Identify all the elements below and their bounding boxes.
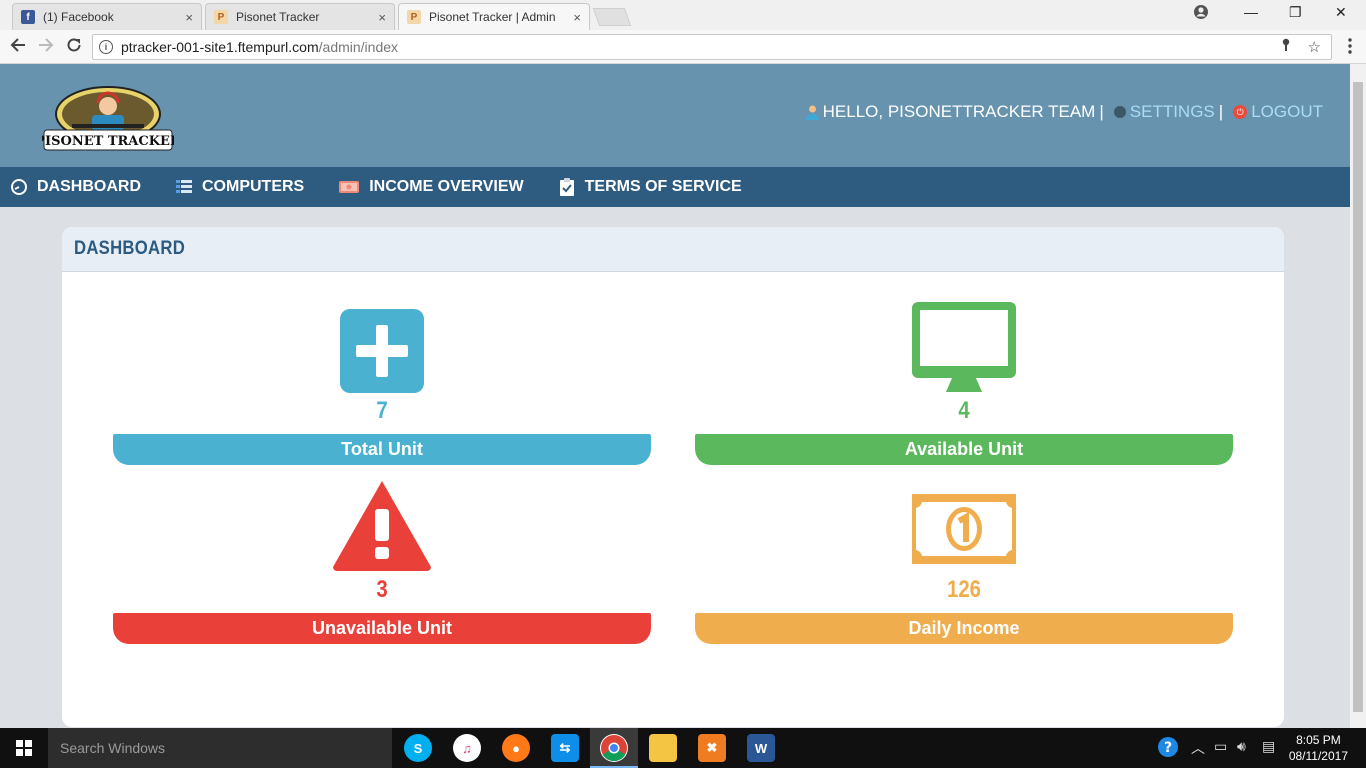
computers-icon (175, 178, 193, 196)
tab-close-icon[interactable]: × (378, 10, 386, 25)
dashboard-panel: DASHBOARD 7 Total Unit 4 Available Unit … (62, 227, 1284, 727)
skype-icon[interactable]: S (404, 734, 432, 762)
close-window-button[interactable]: ✕ (1335, 4, 1347, 21)
clipboard-icon (558, 178, 576, 196)
nav-label: INCOME OVERVIEW (369, 178, 524, 195)
restore-button[interactable]: ❐ (1289, 4, 1302, 21)
warning-icon (333, 481, 431, 576)
tray-chevron-icon[interactable]: ︿ (1191, 738, 1205, 758)
user-icon (805, 105, 819, 120)
notifications-icon[interactable]: ▤ (1262, 738, 1275, 755)
stat-card-daily-income: 126 Daily Income (695, 451, 1233, 644)
reload-button[interactable] (65, 36, 83, 59)
tab-label: (1) Facebook (43, 10, 114, 24)
tab-pisonet-admin[interactable]: P Pisonet Tracker | Admin × (398, 3, 590, 30)
pisonet-icon: P (407, 10, 421, 24)
pisonet-icon: P (214, 10, 228, 24)
page-title: DASHBOARD (74, 238, 186, 259)
stat-label-bar: Daily Income (695, 613, 1233, 644)
key-icon[interactable] (1281, 38, 1295, 56)
battery-icon[interactable]: ▭ (1214, 738, 1227, 755)
browser-tabbar: f (1) Facebook × P Pisonet Tracker × P P… (0, 0, 1366, 30)
browser-toolbar: i ptracker-001-site1.ftempurl.com /admin… (0, 30, 1366, 64)
nav-item-dashboard[interactable]: DASHBOARD (10, 178, 141, 196)
stat-card-total-unit: 7 Total Unit (113, 272, 651, 465)
windows-taskbar: Search Windows S ♫ ● ⇆ ✖ W ? ︿ ▭ 🔊︎ ▤ 8:… (0, 728, 1366, 768)
tab-close-icon[interactable]: × (185, 10, 193, 25)
gear-icon (1113, 106, 1126, 118)
income-icon (338, 178, 360, 196)
nav-item-income-overview[interactable]: INCOME OVERVIEW (338, 178, 524, 196)
stat-value: 126 (946, 576, 982, 603)
page-scrollbar[interactable] (1350, 64, 1366, 728)
site-header: PISONET TRACKER HELLO, PISONETTRACKER TE… (0, 64, 1350, 167)
stat-value: 4 (958, 397, 970, 424)
tab-label: Pisonet Tracker (236, 10, 320, 24)
clock-time: 8:05 PM (1296, 733, 1341, 747)
windows-start-button[interactable] (0, 728, 48, 768)
tab-close-icon[interactable]: × (573, 10, 581, 25)
stat-label-bar: Unavailable Unit (113, 613, 651, 644)
help-icon[interactable]: ? (1157, 736, 1179, 761)
plus-icon (340, 309, 424, 398)
file-explorer-icon[interactable] (649, 734, 677, 762)
firefox-icon[interactable]: ● (502, 734, 530, 762)
stat-value: 3 (376, 576, 388, 603)
url-host: ptracker-001-site1.ftempurl.com (121, 39, 319, 55)
nav-label: TERMS OF SERVICE (584, 178, 742, 195)
nav-item-terms-of-service[interactable]: TERMS OF SERVICE (558, 178, 742, 196)
separator: | (1218, 102, 1224, 121)
power-icon: ⏻ (1233, 105, 1248, 119)
user-greeting-bar: HELLO, PISONETTRACKER TEAM | SETTINGS | … (805, 102, 1323, 122)
minimize-button[interactable]: — (1244, 4, 1258, 20)
money-icon (912, 494, 1016, 569)
nav-label: DASHBOARD (37, 178, 141, 195)
tab-pisonet-tracker[interactable]: P Pisonet Tracker × (205, 3, 395, 30)
browser-menu-icon[interactable] (1348, 38, 1352, 59)
taskbar-search-box[interactable]: Search Windows (48, 728, 392, 768)
xampp-icon[interactable]: ✖ (698, 734, 726, 762)
separator: | (1099, 102, 1104, 121)
itunes-icon[interactable]: ♫ (453, 734, 481, 762)
bookmark-star-icon[interactable]: ☆ (1308, 39, 1321, 56)
back-button[interactable] (9, 36, 27, 59)
logout-link[interactable]: LOGOUT (1251, 102, 1323, 122)
url-path: /admin/index (318, 39, 399, 55)
svg-text:PISONET TRACKER: PISONET TRACKER (42, 134, 174, 149)
greeting-text: HELLO, PISONETTRACKER TEAM (822, 102, 1096, 121)
stat-card-available-unit: 4 Available Unit (695, 272, 1233, 465)
monitor-icon (912, 302, 1016, 399)
settings-link[interactable]: SETTINGS (1130, 102, 1215, 122)
tab-facebook[interactable]: f (1) Facebook × (12, 3, 202, 30)
clock-date: 08/11/2017 (1288, 749, 1348, 763)
facebook-icon: f (21, 10, 35, 24)
windows-logo-icon (16, 740, 32, 756)
new-tab-button[interactable] (592, 8, 632, 26)
chrome-icon[interactable] (600, 734, 628, 762)
volume-icon[interactable]: 🔊︎ (1237, 738, 1246, 755)
svg-text:?: ? (1164, 740, 1172, 756)
teamviewer-icon[interactable]: ⇆ (551, 734, 579, 762)
main-navigation: DASHBOARD COMPUTERS INCOME OVERVIEW TERM… (0, 167, 1350, 207)
profile-icon[interactable] (1193, 4, 1209, 23)
stat-value: 7 (376, 397, 388, 424)
dashboard-icon (10, 178, 28, 196)
page-viewport: PISONET TRACKER HELLO, PISONETTRACKER TE… (0, 64, 1350, 728)
nav-item-computers[interactable]: COMPUTERS (175, 178, 304, 196)
tab-label: Pisonet Tracker | Admin (429, 10, 556, 24)
system-clock[interactable]: 8:05 PM 08/11/2017 (1289, 732, 1348, 764)
info-icon[interactable]: i (99, 40, 113, 54)
scrollbar-thumb[interactable] (1353, 82, 1363, 712)
panel-header: DASHBOARD (62, 227, 1284, 272)
omnibox-actions: ☆ (1281, 38, 1321, 56)
nav-label: COMPUTERS (202, 178, 305, 195)
stat-card-unavailable-unit: 3 Unavailable Unit (113, 451, 651, 644)
word-icon[interactable]: W (747, 734, 775, 762)
forward-button[interactable] (37, 36, 55, 59)
pisonet-tracker-logo[interactable]: PISONET TRACKER (35, 86, 181, 154)
address-bar[interactable]: i ptracker-001-site1.ftempurl.com /admin… (92, 34, 1332, 60)
